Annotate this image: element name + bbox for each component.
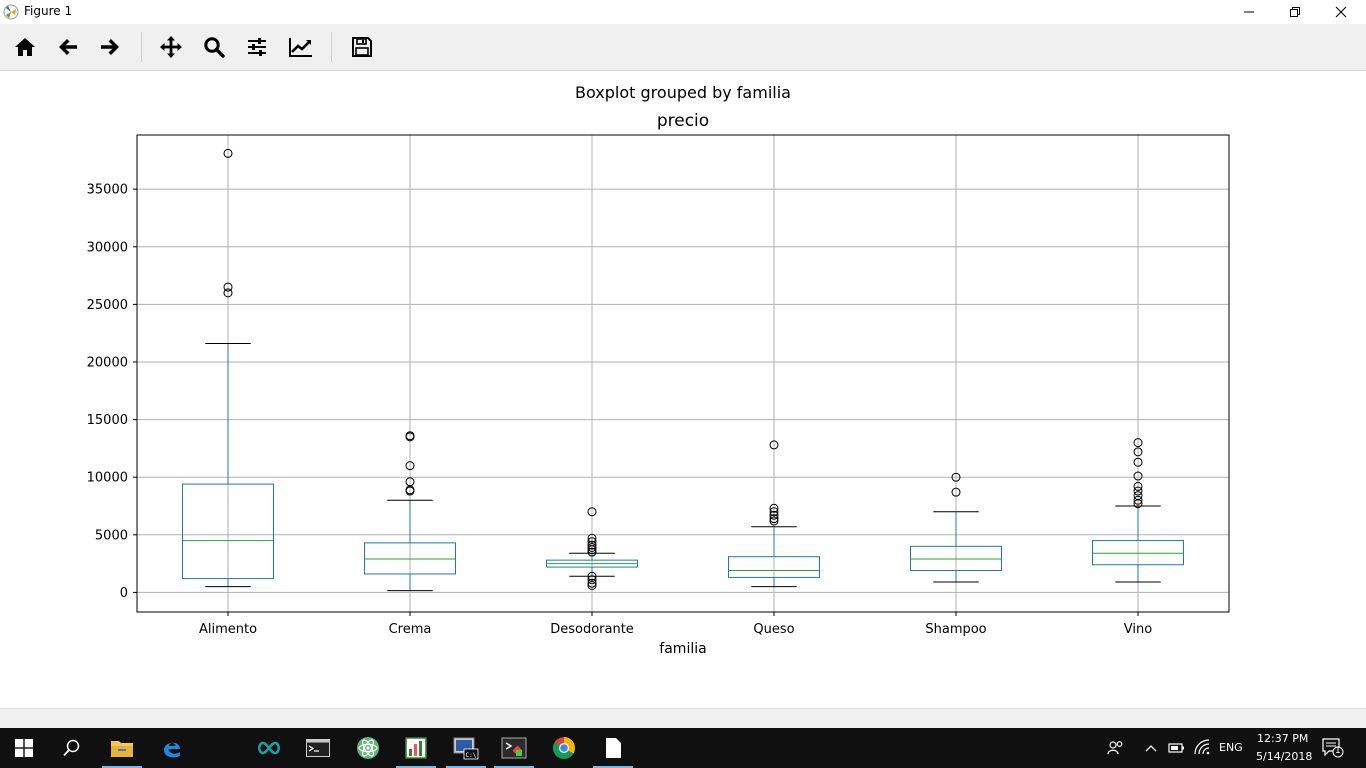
status-bar (0, 708, 1366, 729)
wifi-tray-button[interactable] (1194, 739, 1212, 757)
toolbar-separator (331, 32, 332, 62)
python-window-icon (501, 737, 527, 759)
y-tick-label: 25000 (87, 298, 128, 313)
grid-lines (137, 135, 1229, 612)
windows-taskbar: C:\ ENG 12:37 PM 5/14/2018 1 (0, 728, 1366, 768)
home-button[interactable] (10, 33, 40, 61)
people-tray-button[interactable] (1107, 739, 1127, 757)
move-icon (160, 36, 182, 58)
figure-canvas[interactable]: 0 5000 10000 15000 20000 25000 30000 35000 Alime… (0, 71, 1366, 707)
x-axis-label: familia (659, 641, 706, 657)
search-taskbar-button[interactable] (48, 728, 96, 768)
magnifier-icon (204, 37, 225, 58)
zoom-button[interactable] (199, 33, 229, 61)
window-title: Figure 1 (24, 4, 73, 18)
atom-button[interactable] (344, 728, 392, 768)
python-window-button[interactable] (490, 728, 538, 768)
x-tick-label: Desodorante (550, 622, 634, 637)
restore-icon (1290, 7, 1300, 17)
back-button[interactable] (53, 33, 83, 61)
notification-count: 1 (1335, 746, 1341, 756)
matplotlib-app-icon (3, 4, 19, 20)
y-tick-label: 20000 (87, 355, 128, 370)
spreadsheet-chart-button[interactable] (392, 728, 440, 768)
chrome-button[interactable] (540, 728, 588, 768)
edge-button[interactable] (148, 728, 196, 768)
action-center-button[interactable]: 1 (1322, 738, 1346, 758)
restore-button[interactable] (1272, 0, 1318, 24)
boxplot-chart: 0 5000 10000 15000 20000 25000 30000 35000 Alime… (87, 83, 1230, 657)
navigation-toolbar (0, 24, 1366, 71)
plot-frame (136, 134, 1230, 613)
edge-icon (164, 742, 180, 758)
x-tick-label: Shampoo (925, 622, 986, 637)
chrome-icon (553, 737, 575, 759)
document-icon (606, 738, 621, 758)
chart-suptitle: Boxplot grouped by familia (575, 83, 791, 102)
close-icon (1335, 6, 1347, 18)
search-icon (63, 739, 80, 757)
minimize-button[interactable] (1226, 0, 1272, 24)
y-tick-label: 10000 (87, 471, 128, 486)
edit-axes-button[interactable] (286, 33, 316, 61)
start-button[interactable] (0, 728, 48, 768)
language-indicator[interactable]: ENG (1219, 741, 1243, 754)
terminal-icon (306, 739, 330, 757)
arduino-button[interactable] (245, 728, 293, 768)
chart-title: precio (657, 111, 709, 131)
y-tick-label: 5000 (95, 528, 128, 543)
x-tick-label: Queso (753, 622, 794, 637)
wifi-icon (1194, 739, 1210, 755)
close-button[interactable] (1318, 0, 1364, 24)
y-tick-label: 0 (120, 586, 128, 601)
y-tick-label: 15000 (87, 413, 128, 428)
clock-time[interactable]: 12:37 PM (1257, 732, 1308, 745)
save-button[interactable] (347, 33, 377, 61)
axis-ticks: 0 5000 10000 15000 20000 25000 30000 35000 Alime… (87, 183, 1153, 637)
console-app-button[interactable]: C:\ (442, 728, 490, 768)
toolbar-separator (141, 32, 142, 62)
terminal-button[interactable] (294, 728, 342, 768)
y-tick-label: 35000 (87, 183, 128, 198)
battery-tray-button[interactable] (1168, 740, 1188, 756)
show-hidden-icons-button[interactable] (1144, 740, 1160, 756)
folder-icon (111, 741, 133, 757)
windows-logo-icon (15, 739, 33, 757)
file-explorer-button[interactable] (98, 728, 146, 768)
console-icon: C:\ (453, 737, 479, 760)
svg-text:C:\: C:\ (466, 752, 477, 759)
atom-icon (357, 737, 379, 759)
x-tick-label: Crema (389, 622, 432, 637)
pan-button[interactable] (156, 33, 186, 61)
box-layer (182, 148, 1184, 592)
y-tick-label: 30000 (87, 240, 128, 255)
arrow-left-icon (59, 39, 77, 55)
minimize-icon (1244, 11, 1254, 13)
document-button[interactable] (589, 728, 637, 768)
subplots-button[interactable] (242, 33, 272, 61)
floppy-disk-icon (352, 37, 372, 57)
infinity-icon (258, 741, 280, 755)
forward-button[interactable] (95, 33, 125, 61)
line-chart-icon (289, 38, 312, 57)
battery-icon (1168, 743, 1184, 753)
home-icon (15, 38, 35, 56)
x-tick-label: Alimento (199, 622, 257, 637)
chevron-up-icon (1145, 745, 1157, 752)
x-tick-label: Vino (1124, 622, 1152, 637)
arrow-right-icon (101, 39, 119, 55)
people-icon (1107, 741, 1123, 755)
chart-sheet-icon (405, 737, 427, 759)
sliders-icon (248, 38, 266, 56)
clock-date[interactable]: 5/14/2018 (1256, 750, 1312, 763)
window-titlebar: Figure 1 (0, 0, 1366, 24)
